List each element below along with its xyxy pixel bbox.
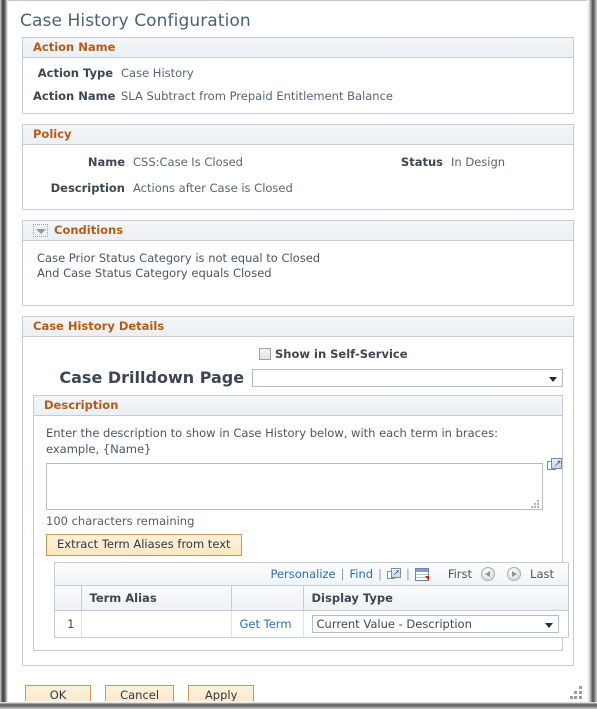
column-header-rownum (55, 586, 82, 611)
display-type-select[interactable]: Current Value - Description (311, 615, 559, 633)
policy-group-body: Name CSS:Case Is Closed Status In Design… (23, 145, 573, 209)
find-link[interactable]: Find (350, 567, 374, 581)
conditions-group-header-label: Conditions (54, 223, 124, 237)
term-alias-cell (81, 610, 232, 637)
conditions-group: Conditions Case Prior Status Category is… (22, 220, 574, 306)
conditions-group-body: Case Prior Status Category is not equal … (23, 241, 573, 305)
textarea-resize-grip[interactable] (531, 500, 540, 508)
expand-popup-icon[interactable]: ↗ (386, 567, 401, 581)
policy-status-label: Status (400, 155, 443, 169)
characters-remaining: 100 characters remaining (46, 514, 195, 528)
description-group-body: Enter the description to show in Case Hi… (34, 416, 569, 650)
case-history-details-body: Show in Self-Service Case Drilldown Page… (23, 337, 573, 665)
table-row: 1 Get Term Current Value - Description (55, 610, 568, 638)
action-type-row: Action Type Case History (33, 66, 563, 80)
column-header-action (231, 586, 304, 611)
case-drilldown-row: Case Drilldown Page (33, 368, 563, 387)
row-number: 1 (55, 610, 82, 637)
conditions-group-header: Conditions (23, 221, 573, 241)
next-page-icon[interactable] (507, 567, 522, 581)
last-label: Last (530, 567, 554, 581)
column-header-term-alias: Term Alias (81, 586, 232, 611)
grid-toolbar: Personalize | Find | ↗ | First Last (55, 563, 568, 586)
policy-description-value: Actions after Case is Closed (133, 181, 293, 195)
expand-popup-icon[interactable]: ↗ (547, 458, 562, 473)
get-term-link[interactable]: Get Term (240, 617, 292, 631)
case-drilldown-label: Case Drilldown Page (59, 368, 245, 387)
action-type-label: Action Type (37, 66, 113, 80)
show-in-self-service-label: Show in Self-Service (275, 347, 408, 361)
display-type-cell: Current Value - Description (303, 611, 568, 638)
extract-term-aliases-button[interactable]: Extract Term Aliases from text (46, 534, 242, 556)
case-history-details-group: Case History Details Show in Self-Servic… (22, 316, 574, 666)
case-history-details-header: Case History Details (23, 317, 573, 337)
description-group: Description Enter the description to sho… (33, 395, 569, 651)
first-label: First (447, 567, 473, 581)
policy-group: Policy Name CSS:Case Is Closed Status In… (22, 124, 574, 210)
policy-name-value: CSS:Case Is Closed (133, 155, 243, 169)
window-border-right (587, 0, 597, 709)
description-group-header: Description (34, 396, 562, 416)
description-instructions: Enter the description to show in Case Hi… (46, 426, 498, 456)
apply-button[interactable]: Apply (188, 685, 255, 701)
policy-description-row: Description Actions after Case is Closed (33, 181, 563, 195)
show-in-self-service-row: Show in Self-Service (33, 347, 563, 361)
policy-name-row: Name CSS:Case Is Closed Status In Design (33, 155, 563, 169)
action-name-row: Action Name SLA Subtract from Prepaid En… (33, 89, 563, 103)
description-textarea-wrap: ↗ (44, 458, 562, 510)
policy-description-label: Description (50, 181, 125, 195)
toolbar-separator-3: | (405, 567, 410, 581)
action-name-group-header: Action Name (23, 38, 573, 58)
action-name-group-body: Action Type Case History Action Name SLA… (23, 58, 573, 113)
table-header-row: Term Alias Display Type (55, 586, 568, 611)
policy-name-label: Name (87, 155, 125, 169)
description-textarea[interactable] (46, 463, 543, 510)
toolbar-separator-1: | (340, 567, 345, 581)
cancel-button[interactable]: Cancel (105, 685, 175, 701)
case-drilldown-select[interactable] (252, 368, 563, 387)
page-content: Case History Configuration Action Name A… (9, 1, 587, 701)
column-header-display-type: Display Type (303, 586, 568, 611)
condition-line-1: Case Prior Status Category is not equal … (37, 251, 321, 265)
extract-button-wrap: Extract Term Aliases from text (44, 533, 552, 556)
dialog-window: Case History Configuration Action Name A… (0, 0, 597, 709)
window-border-bottom (0, 702, 597, 709)
term-alias-table: Term Alias Display Type 1 Get Term Curre… (55, 586, 568, 637)
collapse-triangle-icon[interactable] (33, 224, 48, 237)
window-resize-grip[interactable] (570, 686, 583, 699)
window-border-left (0, 0, 8, 709)
dialog-button-row: OK Cancel Apply (9, 676, 587, 701)
action-name-label: Action Name (33, 89, 116, 103)
policy-status-value: In Design (451, 155, 506, 169)
condition-line-2: And Case Status Category equals Closed (37, 266, 272, 280)
show-in-self-service-checkbox[interactable] (259, 348, 271, 360)
action-name-value: SLA Subtract from Prepaid Entitlement Ba… (121, 89, 393, 103)
personalize-link[interactable]: Personalize (270, 567, 335, 581)
get-term-cell: Get Term (231, 610, 304, 637)
page-title: Case History Configuration (20, 11, 251, 31)
action-type-value: Case History (121, 66, 194, 80)
download-to-spreadsheet-icon[interactable] (414, 567, 429, 581)
toolbar-separator-2: | (378, 567, 382, 581)
term-alias-grid: Personalize | Find | ↗ | First Last Term… (54, 562, 569, 638)
ok-button[interactable]: OK (25, 685, 91, 701)
previous-page-icon[interactable] (481, 567, 496, 581)
action-name-group: Action Name Action Type Case History Act… (22, 37, 574, 114)
policy-group-header: Policy (23, 125, 573, 145)
